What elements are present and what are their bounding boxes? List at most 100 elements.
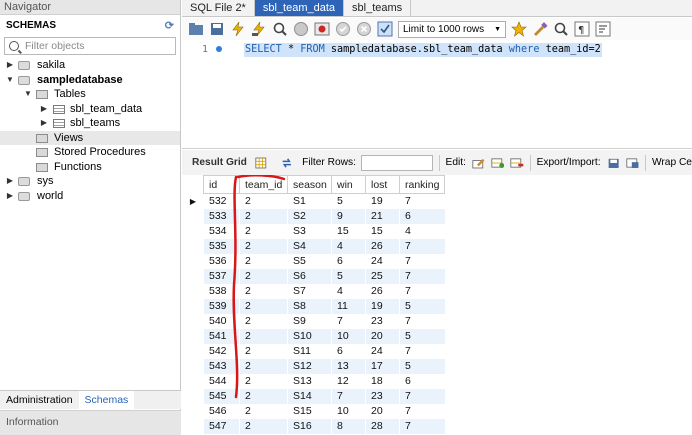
cell-win[interactable]: 4 xyxy=(331,283,366,299)
editor-splitter[interactable] xyxy=(182,135,692,149)
tab-schemas[interactable]: Schemas xyxy=(78,391,135,409)
tree-item-sampledatabase[interactable]: ▼ sampledatabase xyxy=(0,73,180,88)
sql-query-text[interactable]: SELECT * FROM sampledatabase.sbl_team_da… xyxy=(244,43,602,57)
cell-team-id[interactable]: 2 xyxy=(239,328,288,344)
table-row[interactable]: 543 2 S12 13 17 5 xyxy=(182,358,445,374)
cell-lost[interactable]: 17 xyxy=(365,358,400,374)
cell-id[interactable]: 536 xyxy=(203,253,240,269)
cell-team-id[interactable]: 2 xyxy=(239,208,288,224)
cell-lost[interactable]: 20 xyxy=(365,403,400,419)
cell-season[interactable]: S12 xyxy=(287,358,332,374)
explain-icon[interactable] xyxy=(272,21,288,37)
row-header[interactable] xyxy=(182,208,204,224)
cell-season[interactable]: S5 xyxy=(287,253,332,269)
cell-season[interactable]: S10 xyxy=(287,328,332,344)
rollback-icon[interactable] xyxy=(356,21,372,37)
tree-item-functions[interactable]: Functions xyxy=(0,160,180,175)
cell-ranking[interactable]: 7 xyxy=(399,418,445,434)
cell-team-id[interactable]: 2 xyxy=(239,388,288,404)
cell-id[interactable]: 534 xyxy=(203,223,240,239)
tab-administration[interactable]: Administration xyxy=(0,391,79,409)
cell-win[interactable]: 6 xyxy=(331,343,366,359)
cell-lost[interactable]: 25 xyxy=(365,268,400,284)
current-row-indicator-icon[interactable]: ▶ xyxy=(182,193,204,209)
export-icon[interactable] xyxy=(607,156,620,170)
cell-lost[interactable]: 23 xyxy=(365,388,400,404)
save-icon[interactable] xyxy=(209,21,225,37)
cell-win[interactable]: 13 xyxy=(331,358,366,374)
table-row[interactable]: 537 2 S6 5 25 7 xyxy=(182,268,445,284)
cell-ranking[interactable]: 5 xyxy=(399,358,445,374)
table-row[interactable]: ▶ 532 2 S1 5 19 7 xyxy=(182,193,445,209)
cell-season[interactable]: S1 xyxy=(287,193,332,209)
tab-sbl-teams[interactable]: sbl_teams xyxy=(344,0,412,16)
wrap-cell-label[interactable]: Wrap Ce xyxy=(652,157,692,168)
cell-season[interactable]: S11 xyxy=(287,343,332,359)
beautify-icon[interactable] xyxy=(532,21,548,37)
cell-team-id[interactable]: 2 xyxy=(239,298,288,314)
cell-lost[interactable]: 15 xyxy=(365,223,400,239)
cell-season[interactable]: S4 xyxy=(287,238,332,254)
cell-season[interactable]: S6 xyxy=(287,268,332,284)
cell-team-id[interactable]: 2 xyxy=(239,343,288,359)
cell-ranking[interactable]: 5 xyxy=(399,328,445,344)
cell-lost[interactable]: 21 xyxy=(365,208,400,224)
bookmark-star-icon[interactable] xyxy=(511,21,527,37)
tab-sql-file-2[interactable]: SQL File 2* xyxy=(182,0,255,16)
column-header-ranking[interactable]: ranking xyxy=(399,175,445,194)
row-header[interactable] xyxy=(182,388,204,404)
find-icon[interactable] xyxy=(553,21,569,37)
cell-team-id[interactable]: 2 xyxy=(239,418,288,434)
invisible-chars-icon[interactable]: ¶ xyxy=(574,21,590,37)
limit-rows-select[interactable]: Limit to 1000 rows ▼ xyxy=(398,20,507,38)
tree-item-sbl-teams[interactable]: ▶ sbl_teams xyxy=(0,116,180,131)
cell-id[interactable]: 544 xyxy=(203,373,240,389)
row-header[interactable] xyxy=(182,298,204,314)
cell-id[interactable]: 532 xyxy=(203,193,240,209)
table-row[interactable]: 544 2 S13 12 18 6 xyxy=(182,373,445,389)
cell-team-id[interactable]: 2 xyxy=(239,313,288,329)
cell-team-id[interactable]: 2 xyxy=(239,253,288,269)
cell-season[interactable]: S16 xyxy=(287,418,332,434)
cell-team-id[interactable]: 2 xyxy=(239,283,288,299)
chevron-right-icon[interactable]: ▶ xyxy=(40,102,48,117)
cell-ranking[interactable]: 7 xyxy=(399,403,445,419)
tree-item-tables[interactable]: ▼ Tables xyxy=(0,87,180,102)
row-header[interactable] xyxy=(182,358,204,374)
import-icon[interactable] xyxy=(626,156,639,170)
refresh-icon[interactable] xyxy=(281,156,293,170)
cell-lost[interactable]: 19 xyxy=(365,298,400,314)
column-header-id[interactable]: id xyxy=(203,175,240,194)
table-row[interactable]: 547 2 S16 8 28 7 xyxy=(182,418,445,434)
refresh-icon[interactable]: ⟳ xyxy=(165,19,174,32)
cell-id[interactable]: 545 xyxy=(203,388,240,404)
row-header[interactable] xyxy=(182,238,204,254)
cell-ranking[interactable]: 7 xyxy=(399,313,445,329)
cell-ranking[interactable]: 7 xyxy=(399,283,445,299)
open-folder-icon[interactable] xyxy=(188,21,204,37)
cell-id[interactable]: 541 xyxy=(203,328,240,344)
filter-objects-input[interactable]: Filter objects xyxy=(4,37,176,55)
cell-lost[interactable]: 24 xyxy=(365,343,400,359)
chevron-right-icon[interactable]: ▶ xyxy=(6,174,14,189)
cell-lost[interactable]: 24 xyxy=(365,253,400,269)
row-header[interactable] xyxy=(182,328,204,344)
row-header[interactable] xyxy=(182,343,204,359)
table-row[interactable]: 541 2 S10 10 20 5 xyxy=(182,328,445,344)
column-header-lost[interactable]: lost xyxy=(365,175,400,194)
cell-team-id[interactable]: 2 xyxy=(239,193,288,209)
tree-item-stored-procedures[interactable]: Stored Procedures xyxy=(0,145,180,160)
row-header[interactable] xyxy=(182,403,204,419)
wrap-lines-icon[interactable] xyxy=(595,21,611,37)
delete-row-icon[interactable] xyxy=(510,156,524,170)
cell-lost[interactable]: 26 xyxy=(365,238,400,254)
cell-win[interactable]: 7 xyxy=(331,313,366,329)
cell-win[interactable]: 10 xyxy=(331,328,366,344)
cell-ranking[interactable]: 4 xyxy=(399,223,445,239)
sql-editor[interactable]: 1 SELECT * FROM sampledatabase.sbl_team_… xyxy=(182,40,692,135)
execute-current-icon[interactable] xyxy=(251,21,267,37)
cell-lost[interactable]: 19 xyxy=(365,193,400,209)
tree-item-sys[interactable]: ▶ sys xyxy=(0,174,180,189)
row-header[interactable] xyxy=(182,223,204,239)
cell-season[interactable]: S7 xyxy=(287,283,332,299)
